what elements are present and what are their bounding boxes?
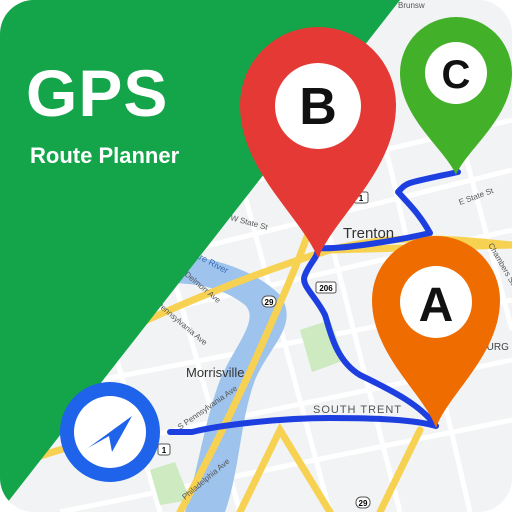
label-morrisville: Morrisville (186, 365, 245, 380)
label-south-trenton: SOUTH TRENT (313, 404, 402, 416)
pin-a-letter: A (419, 279, 454, 332)
shield-29: 29 (265, 298, 274, 307)
pin-b-letter: B (299, 78, 337, 136)
label-brunsw: Brunsw (398, 1, 425, 10)
navigation-arrow-icon[interactable] (60, 382, 160, 482)
app-subtitle: Route Planner (30, 143, 180, 168)
shield-206: 206 (319, 284, 333, 293)
pin-c-letter: C (442, 53, 471, 97)
shield-29-b: 29 (359, 499, 368, 508)
shield-1-b: 1 (162, 446, 167, 455)
app-icon: 1 206 29 29 1 Trenton Morrisville SOUTH … (0, 0, 512, 512)
app-title: GPS (26, 56, 169, 130)
